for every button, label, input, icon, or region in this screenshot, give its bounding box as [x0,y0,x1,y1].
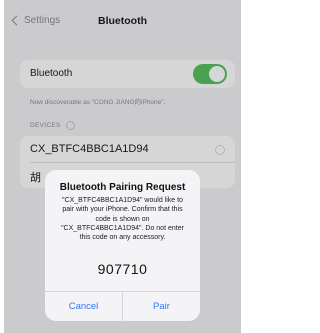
dialog-message-line: "CX_BTFC4BBC1A1D94" would like to [62,197,183,204]
pairing-request-dialog: Bluetooth Pairing Request "CX_BTFC4BBC1A… [45,170,200,321]
dialog-message-line: this code on any accessory. [79,234,166,242]
dialog-message-line: pair with your iPhone. Confirm that this [62,206,183,214]
pairing-code: 907710 [97,261,148,277]
dialog-message-line: "CX_BTFC4BBC1A1D94". Do not enter [61,224,184,232]
dialog-message-line: code is shown on [95,215,150,223]
cancel-button[interactable]: Cancel [45,292,122,321]
dialog-message: "CX_BTFC4BBC1A1D94" would like to pair w… [53,196,192,242]
dialog-title: Bluetooth Pairing Request [59,182,186,193]
pair-button[interactable]: Pair [123,292,200,321]
bluetooth-settings-screen: Settings Bluetooth Bluetooth Now discove… [4,0,241,333]
